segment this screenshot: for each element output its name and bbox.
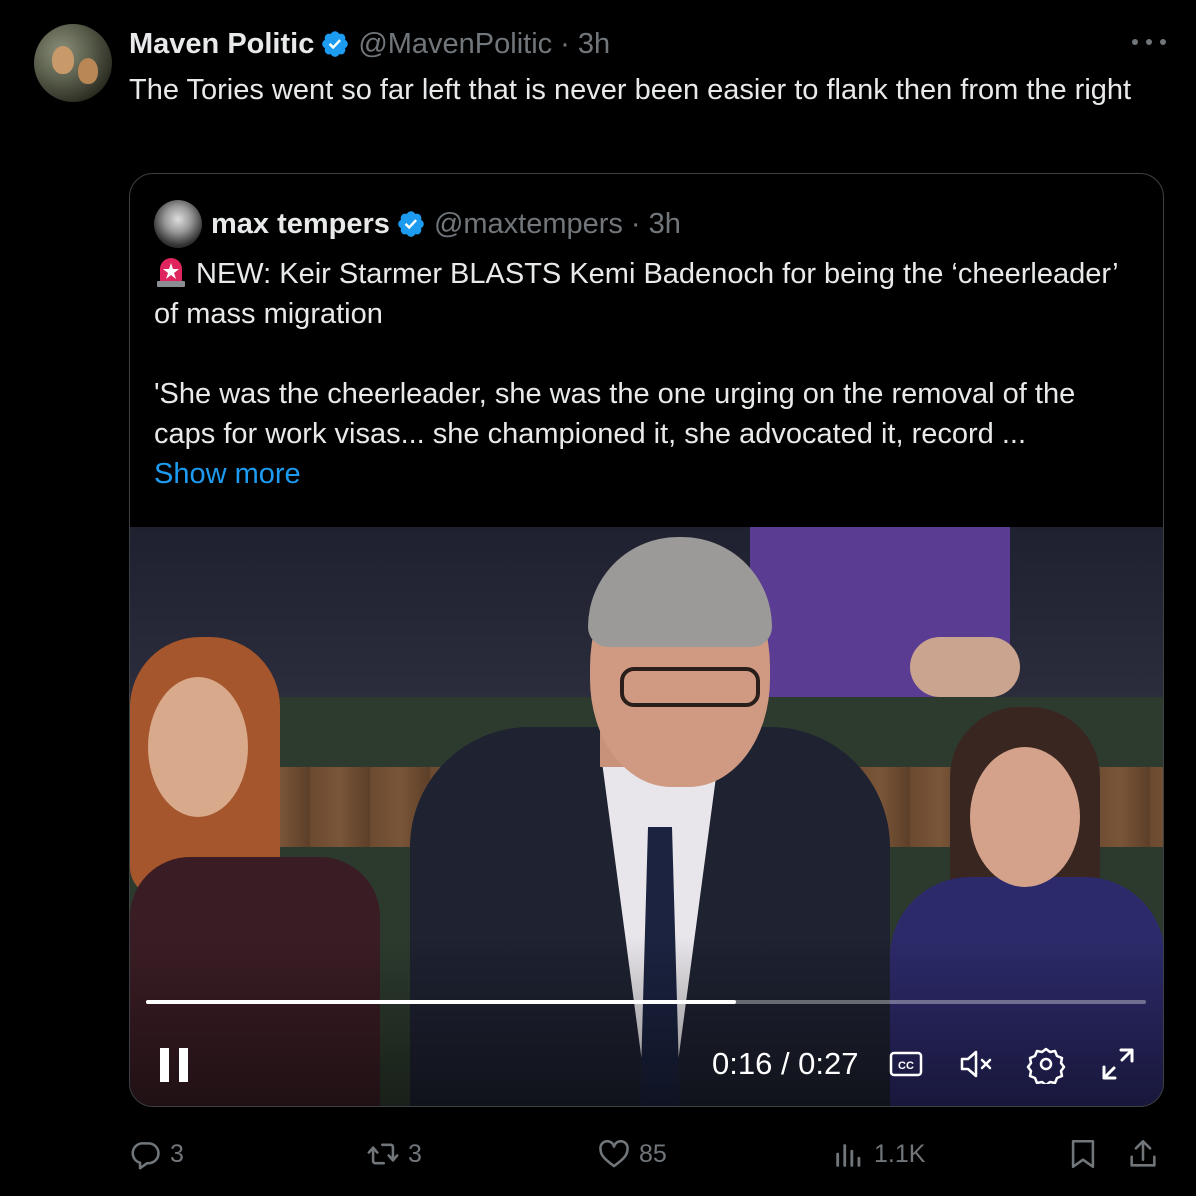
pause-icon[interactable] [160,1048,188,1082]
tweet-timestamp[interactable]: 3h [578,28,610,61]
separator-dot: · [560,27,570,60]
quoted-author-avatar[interactable] [154,200,202,248]
quoted-tweet-header: max tempers @maxtempers · 3h [211,204,681,244]
share-button[interactable] [1126,1130,1168,1178]
repost-count: 3 [408,1139,422,1168]
video-controls: 0:16 / 0:27 CC [130,1032,1163,1092]
show-more-link[interactable]: Show more [154,458,301,490]
quoted-line-2: 'She was the cheerleader, she was the on… [154,378,1076,450]
quoted-tweet[interactable]: max tempers @maxtempers · 3h NEW: Keir S… [129,173,1164,1107]
bookmark-button[interactable] [1066,1130,1108,1178]
views-button[interactable]: 1.1K [832,1130,925,1178]
svg-text:CC: CC [898,1060,914,1072]
verified-badge-icon[interactable] [320,29,350,59]
tweet-actions-bar: 3 3 85 1.1K [0,1130,1196,1180]
quoted-author-handle[interactable]: @maxtempers [434,208,623,241]
video-progress-fill [146,1000,736,1004]
view-count: 1.1K [874,1139,926,1168]
reply-button[interactable]: 3 [128,1130,184,1178]
repost-icon [367,1143,399,1165]
quoted-tweet-timestamp[interactable]: 3h [649,208,681,241]
views-icon [836,1144,861,1167]
fullscreen-icon[interactable] [1098,1044,1138,1084]
separator-dot: · [630,207,641,240]
video-player[interactable]: 0:16 / 0:27 CC [130,527,1163,1106]
tweet-text: The Tories went so far left that is neve… [129,74,1132,106]
video-timecode: 0:16 / 0:27 [712,1046,859,1081]
muted-volume-icon[interactable] [956,1044,996,1084]
author-avatar[interactable] [34,24,112,102]
quoted-line-1: NEW: Keir Starmer BLASTS Kemi Badenoch f… [154,258,1118,330]
author-name[interactable]: Maven Politic [129,28,314,61]
bookmark-icon [1071,1139,1095,1169]
share-icon [1130,1139,1156,1167]
quoted-tweet-text: NEW: Keir Starmer BLASTS Kemi Badenoch f… [154,254,1144,494]
police-siren-icon [157,258,185,287]
captions-icon[interactable]: CC [886,1044,926,1084]
tweet-header: Maven Politic @MavenPolitic · 3h [129,26,610,62]
like-icon [599,1139,629,1168]
quoted-author-name[interactable]: max tempers [211,208,390,241]
more-options-icon[interactable] [1132,30,1166,54]
reply-icon [131,1142,160,1170]
settings-icon[interactable] [1026,1044,1066,1084]
repost-button[interactable]: 3 [366,1130,422,1178]
like-button[interactable]: 85 [597,1130,667,1178]
author-handle[interactable]: @MavenPolitic [358,28,552,61]
video-progress-bar[interactable] [146,1000,1146,1004]
like-count: 85 [639,1139,667,1168]
verified-badge-icon[interactable] [396,209,426,239]
reply-count: 3 [170,1139,184,1168]
